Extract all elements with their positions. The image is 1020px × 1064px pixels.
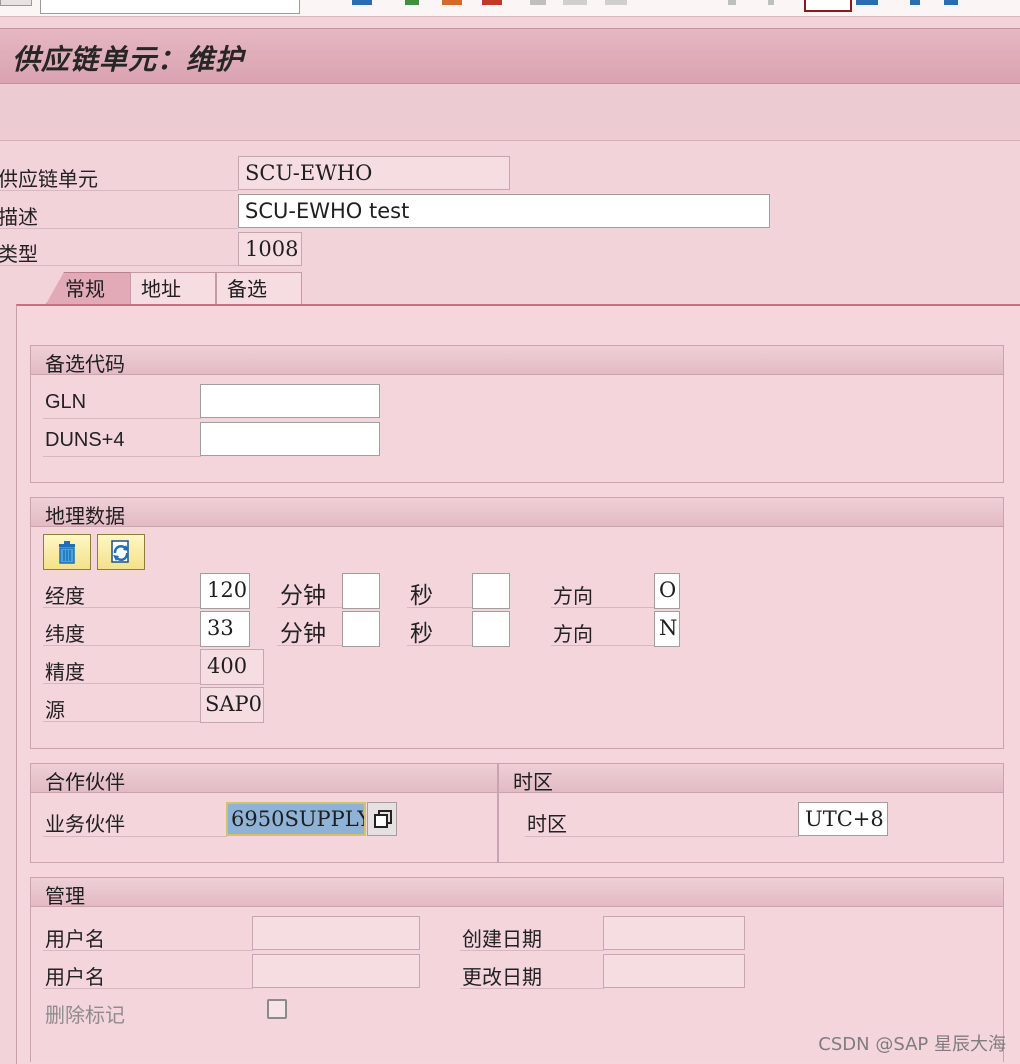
delete-button[interactable] bbox=[43, 534, 91, 570]
partner-group: 合作伙伴 业务伙伴 6950SUPPLY bbox=[30, 763, 498, 863]
partner-detail-button[interactable] bbox=[367, 802, 397, 836]
deletion-flag-label: 删除标记 bbox=[45, 1003, 125, 1027]
lat-direction-input[interactable]: N bbox=[654, 611, 680, 647]
lat-direction-label: 方向 bbox=[553, 622, 593, 646]
command-field[interactable] bbox=[40, 0, 300, 14]
cancel-icon[interactable] bbox=[482, 0, 502, 5]
title-bar: 供应链单元：维护 bbox=[0, 28, 1020, 84]
precision-label: 精度 bbox=[45, 660, 85, 684]
tab-address[interactable]: 地址 bbox=[130, 272, 216, 304]
latitude-degree-input[interactable]: 33 bbox=[200, 611, 250, 647]
latitude-label: 纬度 bbox=[45, 622, 85, 646]
trash-icon bbox=[59, 541, 75, 564]
application-toolbar bbox=[0, 84, 1020, 141]
page-title: 供应链单元：维护 bbox=[12, 43, 245, 76]
lon-minute-label: 分钟 bbox=[280, 583, 326, 609]
created-date-label: 创建日期 bbox=[462, 927, 542, 951]
timezone-title: 时区 bbox=[513, 770, 553, 794]
deletion-flag-checkbox[interactable] bbox=[267, 999, 287, 1019]
first-page-icon[interactable] bbox=[728, 0, 736, 5]
system-toolbar bbox=[0, 0, 1020, 17]
info-icon[interactable] bbox=[910, 0, 920, 5]
scu-label: 供应链单元 bbox=[0, 167, 98, 191]
refresh-icon bbox=[111, 540, 129, 563]
lon-second-label: 秒 bbox=[410, 583, 433, 609]
layout-icon[interactable] bbox=[804, 0, 852, 12]
alt-codes-title: 备选代码 bbox=[45, 352, 125, 376]
save-icon[interactable] bbox=[352, 0, 372, 5]
scu-field: SCU-EWHO bbox=[238, 156, 510, 190]
partner-title: 合作伙伴 bbox=[45, 770, 125, 794]
refresh-button[interactable] bbox=[97, 534, 145, 570]
created-by-label: 用户名 bbox=[45, 927, 105, 951]
lon-minute-input[interactable] bbox=[342, 573, 380, 609]
description-field[interactable]: SCU-EWHO test bbox=[238, 194, 770, 228]
lon-direction-label: 方向 bbox=[553, 584, 593, 608]
timezone-label: 时区 bbox=[527, 812, 567, 836]
settings-icon[interactable] bbox=[944, 0, 958, 5]
changed-by-label: 用户名 bbox=[45, 965, 105, 989]
back-icon[interactable] bbox=[405, 0, 419, 5]
alt-codes-group: 备选代码 GLN DUNS+4 bbox=[30, 345, 1004, 483]
lat-second-input[interactable] bbox=[472, 611, 510, 647]
copy-icon bbox=[374, 810, 392, 828]
last-page-icon[interactable] bbox=[768, 0, 774, 5]
changed-date-field bbox=[603, 954, 745, 988]
changed-by-field bbox=[252, 954, 420, 988]
enter-icon[interactable] bbox=[0, 0, 32, 6]
lat-minute-label: 分钟 bbox=[280, 621, 326, 647]
duns-label: DUNS+4 bbox=[45, 429, 125, 451]
changed-date-label: 更改日期 bbox=[462, 965, 542, 989]
watermark: CSDN @SAP 星辰大海 bbox=[818, 1034, 1006, 1055]
exit-icon[interactable] bbox=[442, 0, 462, 5]
business-partner-label: 业务伙伴 bbox=[45, 812, 125, 836]
help-icon[interactable] bbox=[856, 0, 878, 5]
type-label: 类型 bbox=[0, 242, 38, 266]
find-icon[interactable] bbox=[563, 0, 587, 5]
source-field: SAP0 bbox=[200, 687, 264, 723]
gln-input[interactable] bbox=[200, 384, 380, 418]
duns-input[interactable] bbox=[200, 422, 380, 456]
lon-direction-input[interactable]: O bbox=[654, 573, 680, 609]
lon-second-input[interactable] bbox=[472, 573, 510, 609]
created-by-field bbox=[252, 916, 420, 950]
precision-field: 400 bbox=[200, 649, 264, 685]
timezone-input[interactable]: UTC+8 bbox=[798, 802, 888, 836]
lat-second-label: 秒 bbox=[410, 621, 433, 647]
geo-data-group: 地理数据 经度 120 分钟 秒 方向 O 纬度 33 分钟 秒 方向 N 精度… bbox=[30, 497, 1004, 749]
find-next-icon[interactable] bbox=[605, 0, 627, 5]
lat-minute-input[interactable] bbox=[342, 611, 380, 647]
tab-alternative[interactable]: 备选 bbox=[216, 272, 302, 304]
tab-general[interactable]: 常规 bbox=[46, 272, 132, 304]
timezone-group: 时区 时区 UTC+8 bbox=[498, 763, 1004, 863]
print-icon[interactable] bbox=[530, 0, 546, 5]
business-partner-input[interactable]: 6950SUPPLY bbox=[226, 802, 366, 836]
created-date-field bbox=[603, 916, 745, 950]
longitude-label: 经度 bbox=[45, 584, 85, 608]
description-label: 描述 bbox=[0, 205, 38, 229]
admin-title: 管理 bbox=[45, 884, 85, 908]
longitude-degree-input[interactable]: 120 bbox=[200, 573, 250, 609]
geo-title: 地理数据 bbox=[45, 504, 125, 528]
source-label: 源 bbox=[45, 698, 65, 722]
gln-label: GLN bbox=[45, 391, 87, 413]
type-field: 1008 bbox=[238, 232, 302, 266]
